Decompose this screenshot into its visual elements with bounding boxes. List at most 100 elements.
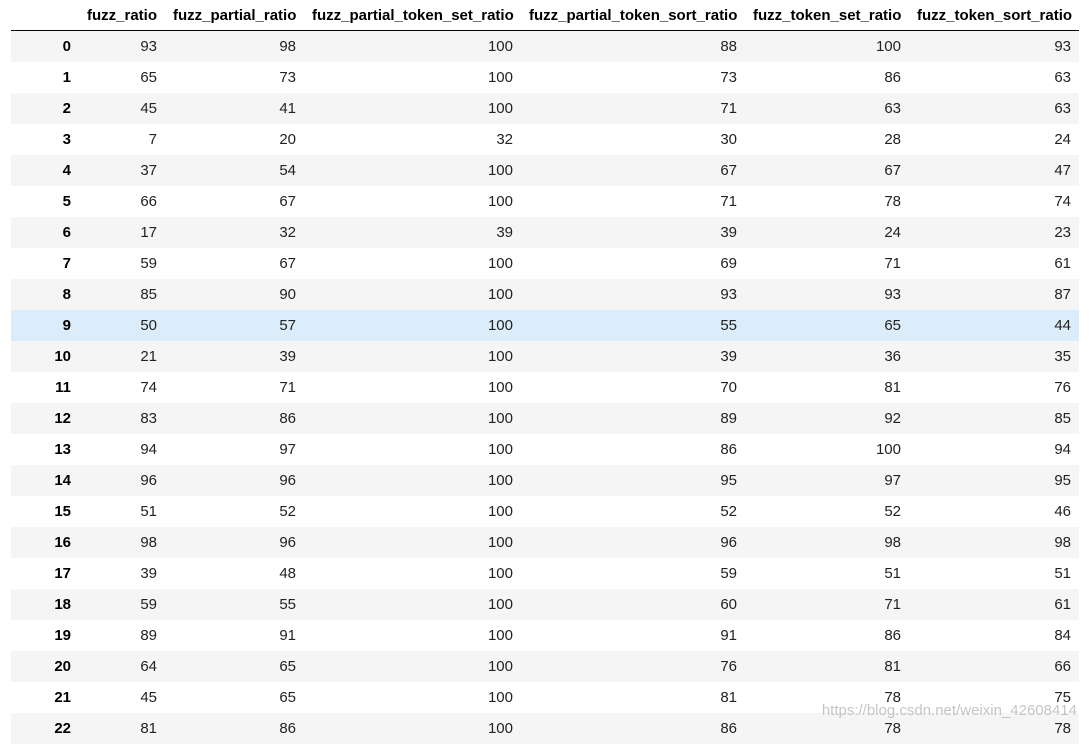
row-index: 10 <box>54 347 71 365</box>
row-index: 4 <box>62 161 71 179</box>
table-cell: 21 <box>140 347 157 365</box>
table-row: 17 39 48 100 59 51 51 <box>11 557 1079 589</box>
table-cell: 87 <box>1054 285 1071 303</box>
table-cell: 100 <box>487 688 513 706</box>
row-index: 17 <box>54 564 71 582</box>
table-cell: 7 <box>148 130 157 148</box>
table-cell: 51 <box>140 502 157 520</box>
table-cell: 91 <box>279 626 296 644</box>
table-row: 19 89 91 100 91 86 84 <box>11 619 1079 651</box>
table-cell: 92 <box>884 409 901 427</box>
table-cell: 78 <box>884 192 901 210</box>
table-row: 1 65 73 100 73 86 63 <box>11 61 1079 93</box>
table-row: 13 94 97 100 86 100 94 <box>11 433 1079 465</box>
table-cell: 84 <box>1054 626 1071 644</box>
table-cell: 100 <box>487 440 513 458</box>
table-cell: 65 <box>279 657 296 675</box>
table-cell: 74 <box>140 378 157 396</box>
dataframe-table: fuzz_ratio fuzz_partial_ratio fuzz_parti… <box>11 0 1079 744</box>
table-cell: 100 <box>875 37 901 55</box>
table-cell: 93 <box>140 37 157 55</box>
row-index: 18 <box>54 595 71 613</box>
table-cell: 75 <box>1054 688 1071 706</box>
table-cell: 64 <box>140 657 157 675</box>
table-cell: 17 <box>140 223 157 241</box>
table-row: 18 59 55 100 60 71 61 <box>11 588 1079 620</box>
table-cell: 74 <box>1054 192 1071 210</box>
table-cell: 91 <box>720 626 737 644</box>
table-cell: 100 <box>487 502 513 520</box>
table-row: 11 74 71 100 70 81 76 <box>11 371 1079 403</box>
table-row: 22 81 86 100 86 78 78 <box>11 712 1079 744</box>
table-cell: 86 <box>884 68 901 86</box>
table-cell: 100 <box>487 347 513 365</box>
table-cell: 41 <box>279 99 296 117</box>
row-index: 20 <box>54 657 71 675</box>
table-cell: 67 <box>720 161 737 179</box>
table-row: 8 85 90 100 93 93 87 <box>11 278 1079 310</box>
table-row: 10 21 39 100 39 36 35 <box>11 340 1079 372</box>
table-cell: 86 <box>279 409 296 427</box>
table-cell: 32 <box>279 223 296 241</box>
table-cell: 100 <box>487 192 513 210</box>
row-index: 12 <box>54 409 71 427</box>
table-cell: 89 <box>140 626 157 644</box>
column-header-fuzz-partial-token-set-ratio: fuzz_partial_token_set_ratio <box>304 0 521 31</box>
table-row: 4 37 54 100 67 67 47 <box>11 154 1079 186</box>
table-cell: 100 <box>487 37 513 55</box>
table-cell: 63 <box>884 99 901 117</box>
table-cell: 76 <box>1054 378 1071 396</box>
row-index: 14 <box>54 471 71 489</box>
table-cell: 83 <box>140 409 157 427</box>
column-header-fuzz-partial-token-sort-ratio: fuzz_partial_token_sort_ratio <box>521 0 745 31</box>
table-cell: 100 <box>487 595 513 613</box>
table-cell: 86 <box>720 440 737 458</box>
table-cell: 37 <box>140 161 157 179</box>
table-cell: 63 <box>1054 99 1071 117</box>
table-cell: 100 <box>487 471 513 489</box>
table-cell: 93 <box>1054 37 1071 55</box>
table-cell: 71 <box>884 254 901 272</box>
table-cell: 65 <box>279 688 296 706</box>
table-cell: 54 <box>279 161 296 179</box>
row-index: 22 <box>54 719 71 737</box>
table-cell: 94 <box>140 440 157 458</box>
table-cell: 100 <box>487 626 513 644</box>
table-cell: 45 <box>140 99 157 117</box>
table-cell: 55 <box>720 316 737 334</box>
table-cell: 97 <box>279 440 296 458</box>
table-cell: 100 <box>487 285 513 303</box>
table-cell: 73 <box>720 68 737 86</box>
table-cell: 36 <box>884 347 901 365</box>
table-cell: 96 <box>720 533 737 551</box>
table-row: 14 96 96 100 95 97 95 <box>11 464 1079 496</box>
table-cell: 96 <box>279 533 296 551</box>
table-cell: 81 <box>884 378 901 396</box>
table-cell: 32 <box>496 130 513 148</box>
table-cell: 66 <box>1054 657 1071 675</box>
table-cell: 59 <box>140 254 157 272</box>
table-cell: 100 <box>875 440 901 458</box>
table-cell: 24 <box>884 223 901 241</box>
table-cell: 67 <box>884 161 901 179</box>
table-cell: 100 <box>487 657 513 675</box>
row-index: 21 <box>54 688 71 706</box>
table-cell: 93 <box>884 285 901 303</box>
table-cell: 71 <box>720 99 737 117</box>
table-cell: 71 <box>279 378 296 396</box>
table-cell: 70 <box>720 378 737 396</box>
table-cell: 85 <box>140 285 157 303</box>
table-cell: 100 <box>487 719 513 737</box>
column-header-fuzz-partial-ratio: fuzz_partial_ratio <box>165 0 304 31</box>
table-cell: 78 <box>884 719 901 737</box>
table-cell: 39 <box>720 347 737 365</box>
table-cell: 71 <box>884 595 901 613</box>
table-cell: 93 <box>720 285 737 303</box>
row-index: 3 <box>62 130 71 148</box>
table-cell: 57 <box>279 316 296 334</box>
table-cell: 59 <box>720 564 737 582</box>
table-cell: 96 <box>140 471 157 489</box>
table-cell: 51 <box>1054 564 1071 582</box>
row-index: 6 <box>62 223 71 241</box>
table-cell: 39 <box>279 347 296 365</box>
